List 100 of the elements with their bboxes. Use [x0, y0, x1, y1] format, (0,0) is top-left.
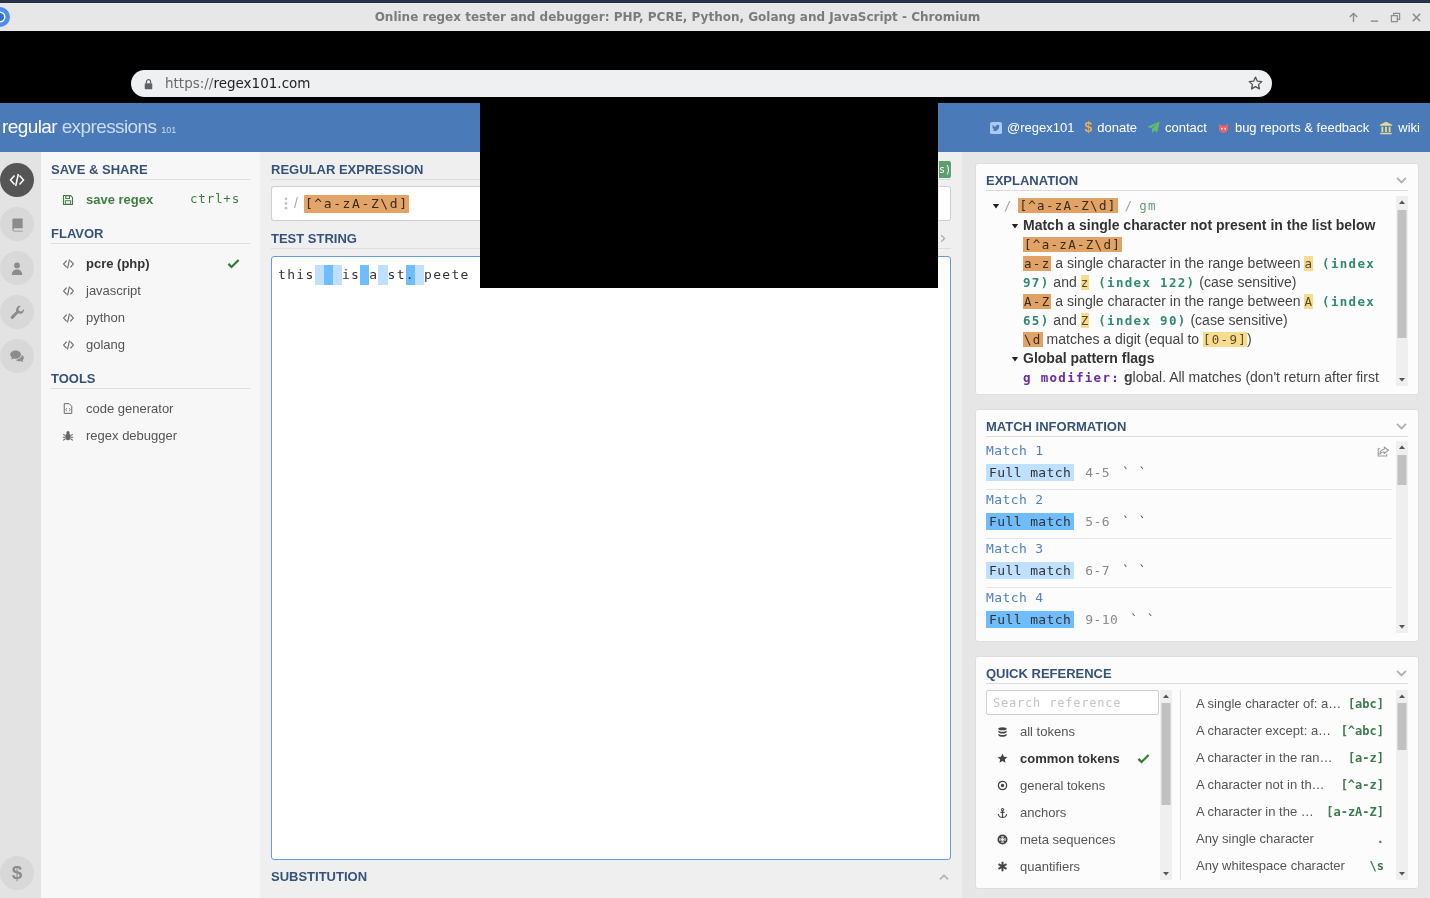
caret-down-icon[interactable]: [992, 202, 1000, 210]
header-link[interactable]: wiki: [1379, 117, 1420, 138]
caret-down-icon[interactable]: [1011, 222, 1019, 230]
match-title: Match 1: [986, 442, 1044, 461]
chevron-up-icon[interactable]: [938, 873, 950, 881]
reference-description[interactable]: A character except: a…: [1196, 720, 1332, 741]
rail-button[interactable]: [0, 295, 34, 329]
category-option[interactable]: anchors: [986, 799, 1159, 826]
database-icon: [997, 725, 1008, 738]
reference-token[interactable]: .: [1376, 829, 1384, 848]
match-value: ` `: [1130, 610, 1155, 629]
user-icon: [10, 260, 24, 276]
regex-delimiter: /: [294, 194, 298, 213]
reference-token[interactable]: [^a-z]: [1340, 775, 1384, 794]
share-icon[interactable]: [1377, 444, 1390, 458]
section-heading: SUBSTITUTION: [271, 868, 368, 887]
bird-icon: [990, 121, 1002, 134]
rail-button[interactable]: [0, 207, 34, 241]
category-option[interactable]: all tokens: [986, 718, 1159, 745]
group-label: Full match: [986, 611, 1075, 628]
chevron-right-icon[interactable]: [940, 234, 946, 243]
reference-description[interactable]: A single character of: a…: [1196, 693, 1342, 714]
regex-field-edge[interactable]: [939, 186, 951, 221]
regex-field[interactable]: / [^a-zA-Z\d]: [271, 186, 480, 221]
header-link[interactable]: $ donate: [1084, 117, 1137, 138]
save-regex-button[interactable]: save regex ctrl+s: [51, 186, 250, 213]
arrow-up-icon[interactable]: [1348, 11, 1359, 23]
test-text: is: [341, 266, 361, 284]
address-bar[interactable]: https://regex101.com: [131, 70, 1272, 97]
flavor-option[interactable]: python: [51, 304, 250, 331]
header-link[interactable]: contact: [1147, 117, 1207, 138]
header-link[interactable]: @regex101: [990, 117, 1075, 138]
reference-description[interactable]: Any single character: [1196, 828, 1314, 849]
category-option[interactable]: quantifiers: [986, 853, 1159, 880]
reference-token[interactable]: [abc]: [1347, 694, 1384, 713]
match-value: ` `: [1121, 463, 1147, 482]
reference-description[interactable]: A character in the ran…: [1196, 747, 1333, 768]
match-value: ` `: [1121, 561, 1147, 580]
wrench-icon: [9, 304, 25, 320]
test-text: peete: [424, 266, 470, 284]
section-heading: EXPLANATION: [986, 171, 1079, 190]
flavor-option[interactable]: pcre (php): [51, 250, 250, 277]
search-field[interactable]: Search reference: [986, 690, 1159, 715]
scrollbar[interactable]: [1160, 690, 1172, 880]
test-text: st: [387, 266, 406, 284]
browser-logo-icon: [0, 7, 11, 27]
chat-bubbles-icon: [9, 348, 25, 364]
reference-description[interactable]: A character in the …: [1196, 801, 1314, 822]
reference-description[interactable]: Any whitespace character: [1196, 855, 1345, 876]
header-link[interactable]: bug reports & feedback: [1216, 117, 1370, 138]
section-heading: REGULAR EXPRESSION: [271, 160, 424, 179]
test-string-field[interactable]: this is a st. peete: [271, 256, 951, 860]
dot-circle-icon: [997, 780, 1008, 791]
match-range: 9-10: [1085, 610, 1119, 629]
chevron-down-icon[interactable]: [1395, 669, 1408, 678]
restore-icon[interactable]: [1390, 11, 1401, 23]
flavor-option[interactable]: golang: [51, 331, 250, 358]
match-title: Match 2: [986, 491, 1044, 510]
scrollbar[interactable]: [1396, 196, 1408, 386]
tool-link[interactable]: code generator: [51, 395, 250, 422]
match-highlight: .: [405, 265, 415, 285]
rail-button[interactable]: [0, 251, 34, 285]
chevron-down-icon[interactable]: [1395, 176, 1408, 185]
reference-token[interactable]: [a-zA-Z]: [1326, 802, 1384, 821]
reference-token[interactable]: [^abc]: [1340, 721, 1384, 740]
bank-icon: [1379, 120, 1394, 135]
close-icon[interactable]: [1411, 11, 1422, 23]
reference-token[interactable]: [a-z]: [1347, 748, 1384, 767]
explanation-heading: Match a single character not present in the list below: [1023, 216, 1376, 235]
code-file-icon: [62, 402, 74, 415]
url-text: https://regex101.com: [165, 74, 311, 94]
regex-pattern: [^a-zA-Z\d]: [303, 194, 409, 213]
match-range: 5-6: [1085, 512, 1110, 531]
caret-down-icon[interactable]: [1011, 355, 1019, 363]
section-heading: MATCH INFORMATION: [986, 417, 1127, 436]
flavor-option[interactable]: javascript: [51, 277, 250, 304]
site-logo[interactable]: regular expressions 101: [0, 113, 177, 142]
category-option[interactable]: meta sequences: [986, 826, 1159, 853]
reference-description[interactable]: A character not in th…: [1196, 774, 1325, 795]
chevron-down-icon[interactable]: [1395, 422, 1408, 431]
code-icon: [9, 172, 25, 188]
star-icon[interactable]: [1248, 76, 1263, 91]
match-count-badge: s): [938, 161, 951, 178]
scrollbar[interactable]: [1396, 690, 1408, 880]
reference-token[interactable]: \s: [1369, 856, 1384, 875]
code-icon: [62, 257, 75, 270]
lock-icon: [143, 77, 154, 90]
match-range: 4-5: [1085, 463, 1110, 482]
rail-button[interactable]: [0, 339, 34, 373]
explanation-heading: Global pattern flags: [1023, 349, 1155, 368]
section-heading: TEST STRING: [271, 229, 357, 248]
rail-button[interactable]: [0, 163, 34, 197]
category-option[interactable]: general tokens: [986, 772, 1159, 799]
tool-link[interactable]: regex debugger: [51, 422, 250, 449]
category-option[interactable]: common tokens: [986, 745, 1159, 772]
explanation-text: / [^a-zA-Z\d] / gm: [1004, 197, 1157, 215]
scrollbar[interactable]: [1396, 441, 1408, 633]
drag-handle-icon[interactable]: [284, 197, 288, 210]
match-range: 6-7: [1085, 561, 1110, 580]
test-text: this: [278, 266, 315, 284]
